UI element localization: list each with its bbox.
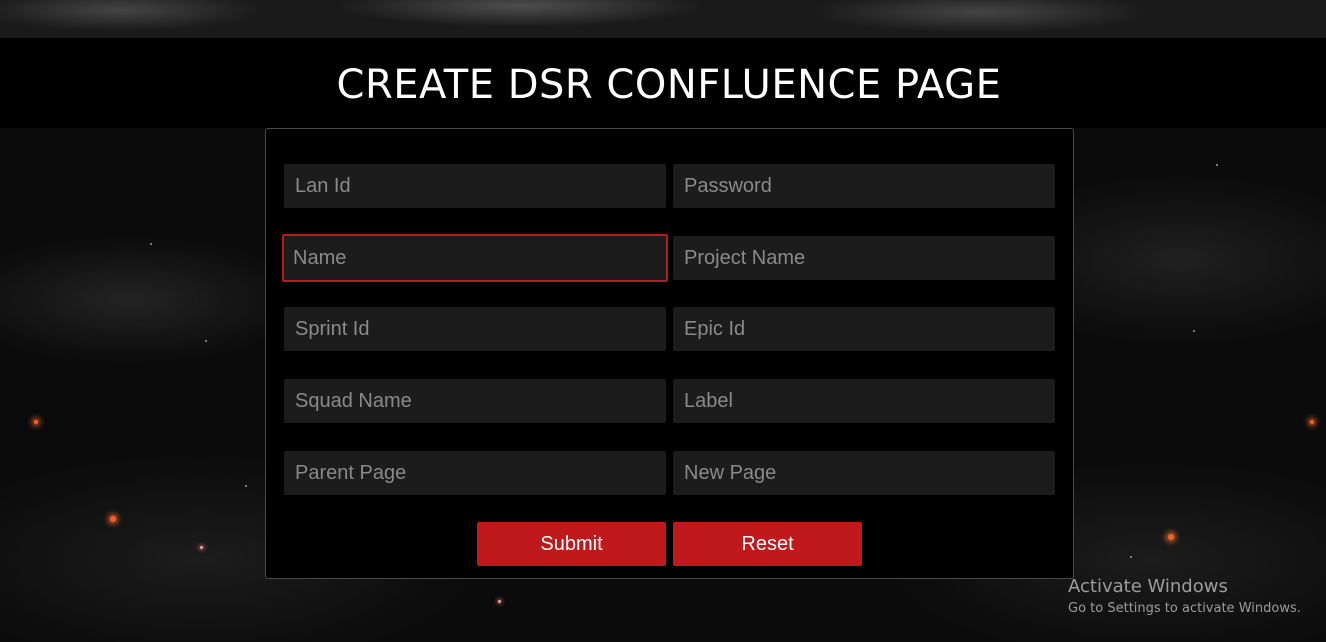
new-page-input[interactable]: [673, 451, 1055, 495]
ember-decoration: [1310, 420, 1314, 424]
dust-decoration: [1193, 330, 1195, 332]
watermark-subtitle: Go to Settings to activate Windows.: [1068, 601, 1301, 616]
ember-decoration: [1168, 534, 1174, 540]
dust-decoration: [1216, 164, 1218, 166]
label-input[interactable]: [673, 379, 1055, 423]
dust-decoration: [150, 243, 152, 245]
reset-button[interactable]: Reset: [673, 522, 862, 566]
password-input[interactable]: [673, 164, 1055, 208]
project-name-input[interactable]: [673, 236, 1055, 280]
dust-decoration: [1130, 556, 1132, 558]
ember-decoration: [498, 600, 501, 603]
submit-button[interactable]: Submit: [477, 522, 666, 566]
dust-decoration: [205, 340, 207, 342]
squad-name-input[interactable]: [284, 379, 666, 423]
epic-id-input[interactable]: [673, 307, 1055, 351]
ember-decoration: [200, 546, 203, 549]
parent-page-input[interactable]: [284, 451, 666, 495]
dust-decoration: [245, 485, 247, 487]
page-title: CREATE DSR CONFLUENCE PAGE: [336, 62, 1002, 108]
background-top-strip: [0, 0, 1326, 38]
confluence-form: Submit Reset: [265, 128, 1074, 579]
activate-windows-watermark: Activate Windows Go to Settings to activ…: [1068, 576, 1301, 616]
ember-decoration: [34, 420, 38, 424]
lan-id-input[interactable]: [284, 164, 666, 208]
sprint-id-input[interactable]: [284, 307, 666, 351]
ember-decoration: [110, 516, 116, 522]
watermark-title: Activate Windows: [1068, 576, 1228, 597]
name-input[interactable]: [282, 234, 668, 282]
